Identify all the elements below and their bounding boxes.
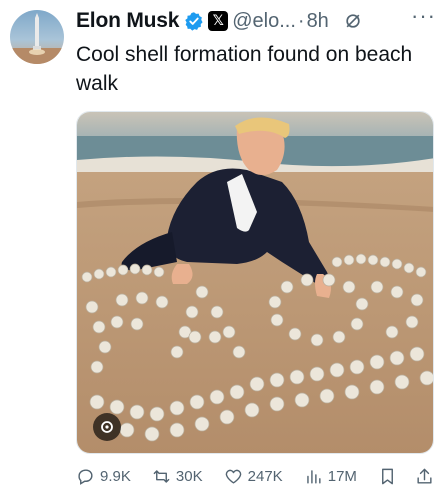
separator-dot: · (297, 9, 305, 32)
tweet-image[interactable] (76, 111, 434, 454)
x-affiliate-icon: 𝕏 (208, 11, 229, 31)
bookmark-icon[interactable] (378, 467, 397, 486)
reply-button[interactable]: 9.9K (76, 467, 131, 486)
repost-button[interactable]: 30K (152, 467, 203, 486)
like-count: 247K (247, 467, 283, 485)
tweet-header: Elon Musk 𝕏 @elo... · 8h (76, 6, 436, 36)
views-button[interactable]: 17M (304, 467, 357, 486)
avatar[interactable] (10, 10, 64, 64)
action-right-group (378, 467, 434, 486)
more-options-icon[interactable]: ··· (411, 3, 436, 29)
author-name[interactable]: Elon Musk (76, 9, 179, 33)
post-time[interactable]: 8h (307, 10, 329, 33)
reply-icon (78, 468, 93, 485)
like-button[interactable]: 247K (224, 467, 283, 486)
repost-count: 30K (175, 467, 203, 485)
share-icon[interactable] (415, 467, 434, 486)
beach-photo (77, 112, 433, 453)
views-count: 17M (327, 467, 357, 485)
repost-icon (153, 469, 170, 483)
reply-count: 9.9K (100, 467, 131, 485)
grok-icon[interactable] (343, 11, 363, 31)
analytics-icon (306, 469, 321, 484)
image-info-icon[interactable] (93, 413, 121, 441)
verified-badge-icon (185, 12, 203, 31)
tweet-text: Cool shell formation found on beach walk (76, 43, 413, 95)
action-bar: 9.9K 30K 247K 17M (76, 463, 434, 489)
heart-icon (225, 469, 241, 484)
author-handle[interactable]: @elo... (232, 10, 296, 33)
